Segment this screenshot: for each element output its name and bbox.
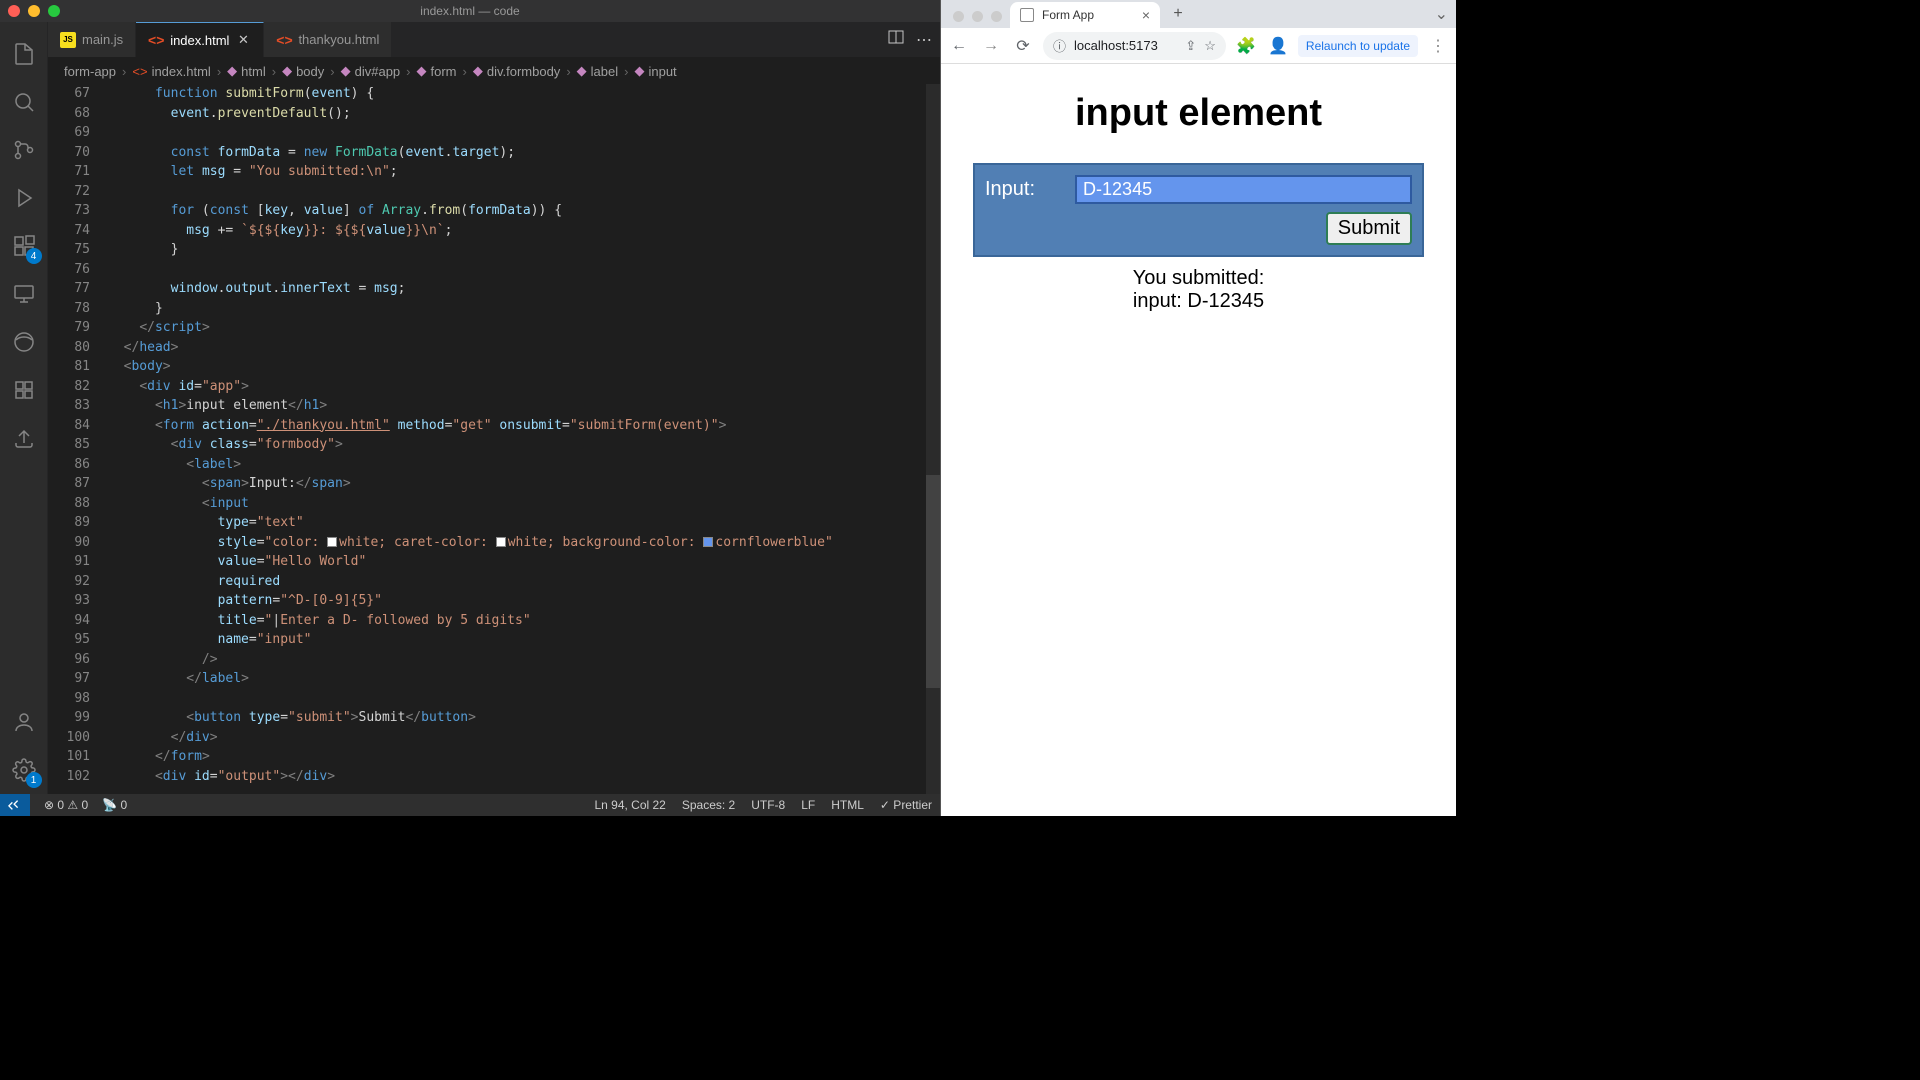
titlebar: index.html — code [0, 0, 940, 22]
split-editor-icon[interactable] [888, 29, 904, 50]
crumb[interactable]: ◆ label [577, 63, 618, 79]
new-tab-button[interactable]: + [1166, 2, 1190, 26]
remote-indicator-icon[interactable] [0, 794, 30, 816]
output-text: You submitted: input: D-12345 [973, 267, 1424, 313]
page-content: input element Input: Submit You submitte… [941, 64, 1456, 816]
browser-tab-title: Form App [1042, 8, 1094, 22]
forward-button[interactable]: → [979, 34, 1003, 58]
page-heading: input element [973, 92, 1424, 135]
extensions-icon[interactable]: 🧩 [1234, 34, 1258, 58]
tab-thankyou-html[interactable]: <> thankyou.html [264, 22, 392, 57]
relaunch-button[interactable]: Relaunch to update [1298, 35, 1418, 57]
text-input[interactable] [1075, 175, 1412, 204]
input-label: Input: [985, 178, 1035, 201]
window-title: index.html — code [0, 4, 940, 18]
status-encoding[interactable]: UTF-8 [751, 798, 785, 812]
source-control-icon[interactable] [0, 126, 48, 174]
crumb[interactable]: ◆ input [634, 63, 676, 79]
editor-tabs: JS main.js <> index.html ✕ <> thankyou.h… [48, 22, 940, 58]
bookmark-icon[interactable]: ☆ [1204, 38, 1216, 54]
accounts-icon[interactable] [0, 698, 48, 746]
close-tab-icon[interactable]: ✕ [235, 32, 251, 48]
line-numbers: 6768697071727374757677787980818283848586… [48, 84, 108, 794]
status-errors[interactable]: ⊗ 0 ⚠ 0 [44, 798, 88, 812]
html-file-icon: <> [148, 32, 164, 48]
status-eol[interactable]: LF [801, 798, 815, 812]
status-lang[interactable]: HTML [831, 798, 864, 812]
share-icon[interactable]: ⇪ [1185, 38, 1196, 54]
marketplace-icon[interactable] [0, 366, 48, 414]
browser-toolbar: ← → ⟳ ⓘ localhost:5173 ⇪ ☆ 🧩 👤 Relaunch … [941, 28, 1456, 64]
extensions-badge: 4 [26, 248, 42, 264]
crumb[interactable]: <> index.html [132, 64, 210, 79]
status-spaces[interactable]: Spaces: 2 [682, 798, 735, 812]
address-bar[interactable]: ⓘ localhost:5173 ⇪ ☆ [1043, 32, 1226, 60]
tab-label: main.js [82, 32, 123, 47]
reload-button[interactable]: ⟳ [1011, 34, 1035, 58]
crumb[interactable]: ◆ div.formbody [473, 63, 560, 79]
crumb[interactable]: ◆ div#app [341, 63, 401, 79]
status-formatter[interactable]: ✓ Prettier [880, 798, 932, 812]
live-share-icon[interactable] [0, 414, 48, 462]
remote-explorer-icon[interactable] [0, 270, 48, 318]
close-window-icon[interactable] [953, 11, 964, 22]
code-editor[interactable]: 6768697071727374757677787980818283848586… [48, 84, 940, 794]
breadcrumbs[interactable]: form-app› <> index.html› ◆ html› ◆ body›… [48, 58, 940, 84]
edge-tools-icon[interactable] [0, 318, 48, 366]
minimize-window-icon[interactable] [972, 11, 983, 22]
profile-icon[interactable]: 👤 [1266, 34, 1290, 58]
minimap-scrollbar[interactable] [926, 84, 940, 794]
tab-label: thankyou.html [298, 32, 379, 47]
maximize-window-icon[interactable] [991, 11, 1002, 22]
tab-index-html[interactable]: <> index.html ✕ [136, 22, 264, 57]
crumb[interactable]: ◆ html [227, 63, 266, 79]
status-bar: ⊗ 0 ⚠ 0 📡 0 Ln 94, Col 22 Spaces: 2 UTF-… [0, 794, 940, 816]
browser-window-controls [953, 11, 1002, 22]
menu-icon[interactable]: ⋮ [1426, 34, 1450, 58]
more-actions-icon[interactable]: ⋯ [916, 30, 932, 50]
js-file-icon: JS [60, 32, 76, 48]
site-info-icon[interactable]: ⓘ [1053, 36, 1066, 55]
url-text: localhost:5173 [1074, 38, 1177, 53]
browser-tab[interactable]: Form App × [1010, 2, 1160, 28]
code-content[interactable]: function submitForm(event) { event.preve… [108, 84, 940, 794]
browser-tab-strip: Form App × + ⌄ [941, 0, 1456, 28]
activity-bar: 4 1 [0, 22, 48, 794]
crumb[interactable]: ◆ form [417, 63, 457, 79]
html-file-icon: <> [276, 32, 292, 48]
run-debug-icon[interactable] [0, 174, 48, 222]
status-ports[interactable]: 📡 0 [102, 798, 127, 812]
close-tab-icon[interactable]: × [1142, 7, 1150, 23]
explorer-icon[interactable] [0, 30, 48, 78]
form-body: Input: Submit [973, 163, 1424, 257]
extensions-icon[interactable]: 4 [0, 222, 48, 270]
settings-badge: 1 [26, 772, 42, 788]
submit-button[interactable]: Submit [1326, 212, 1412, 245]
crumb[interactable]: form-app [64, 64, 116, 79]
vscode-window: index.html — code 4 1 JS main.js [0, 0, 940, 816]
chevron-down-icon[interactable]: ⌄ [1435, 4, 1448, 24]
tab-label: index.html [170, 33, 229, 48]
favicon-icon [1020, 8, 1034, 22]
status-cursor[interactable]: Ln 94, Col 22 [594, 798, 665, 812]
settings-gear-icon[interactable]: 1 [0, 746, 48, 794]
back-button[interactable]: ← [947, 34, 971, 58]
crumb[interactable]: ◆ body [282, 63, 324, 79]
search-icon[interactable] [0, 78, 48, 126]
browser-window: Form App × + ⌄ ← → ⟳ ⓘ localhost:5173 ⇪ … [940, 0, 1456, 816]
tab-main-js[interactable]: JS main.js [48, 22, 136, 57]
